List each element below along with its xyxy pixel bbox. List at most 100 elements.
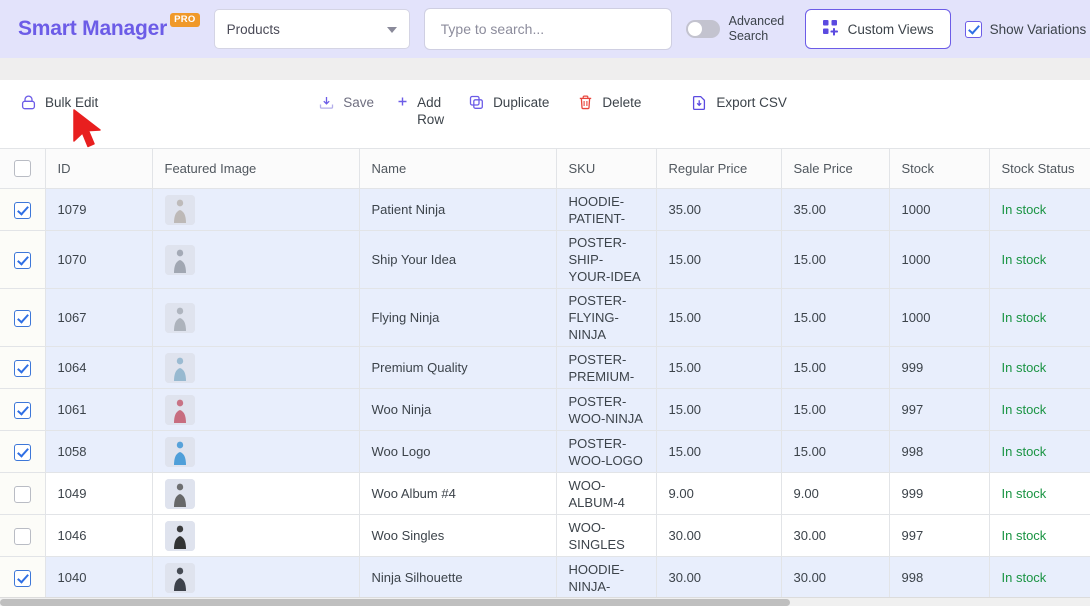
cell-sale-price[interactable]: 15.00 <box>781 347 889 389</box>
cell-id[interactable]: 1079 <box>45 189 152 231</box>
delete-button[interactable]: Delete <box>577 94 641 115</box>
cell-stock[interactable]: 1000 <box>889 189 989 231</box>
cell-stock[interactable]: 998 <box>889 431 989 473</box>
cell-name[interactable]: Woo Singles <box>359 515 556 557</box>
table-row[interactable]: 1064Premium QualityPOSTER-PREMIUM-15.001… <box>0 347 1090 389</box>
cell-regular-price[interactable]: 15.00 <box>656 289 781 347</box>
row-checkbox[interactable] <box>14 486 31 503</box>
cell-regular-price[interactable]: 15.00 <box>656 231 781 289</box>
row-select-cell[interactable] <box>0 473 45 515</box>
cell-featured-image[interactable] <box>152 231 359 289</box>
row-checkbox[interactable] <box>14 570 31 587</box>
scrollbar-thumb[interactable] <box>0 599 790 606</box>
cell-id[interactable]: 1070 <box>45 231 152 289</box>
products-table-container[interactable]: ID Featured Image Name SKU Regular Price… <box>0 148 1090 606</box>
cell-featured-image[interactable] <box>152 515 359 557</box>
cell-id[interactable]: 1049 <box>45 473 152 515</box>
cell-regular-price[interactable]: 9.00 <box>656 473 781 515</box>
horizontal-scrollbar[interactable] <box>0 597 1090 606</box>
table-row[interactable]: 1049Woo Album #4WOO-ALBUM-49.009.00999In… <box>0 473 1090 515</box>
row-checkbox[interactable] <box>14 310 31 327</box>
custom-views-button[interactable]: Custom Views <box>805 9 951 49</box>
cell-sku[interactable]: POSTER-FLYING-NINJA <box>556 289 656 347</box>
cell-stock[interactable]: 1000 <box>889 289 989 347</box>
cell-sku[interactable]: POSTER-PREMIUM- <box>556 347 656 389</box>
cell-name[interactable]: Premium Quality <box>359 347 556 389</box>
row-checkbox[interactable] <box>14 202 31 219</box>
cell-name[interactable]: Woo Album #4 <box>359 473 556 515</box>
search-input[interactable] <box>439 20 657 38</box>
cell-regular-price[interactable]: 30.00 <box>656 557 781 599</box>
cell-stock[interactable]: 998 <box>889 557 989 599</box>
cell-stock-status[interactable]: In stock <box>989 189 1090 231</box>
row-select-cell[interactable] <box>0 289 45 347</box>
show-variations-control[interactable]: Show Variations <box>965 21 1087 38</box>
cell-sku[interactable]: POSTER-SHIP-YOUR-IDEA <box>556 231 656 289</box>
cell-name[interactable]: Ship Your Idea <box>359 231 556 289</box>
cell-stock[interactable]: 999 <box>889 347 989 389</box>
search-field-wrapper[interactable] <box>424 8 672 50</box>
cell-id[interactable]: 1058 <box>45 431 152 473</box>
row-checkbox[interactable] <box>14 360 31 377</box>
row-select-cell[interactable] <box>0 189 45 231</box>
cell-name[interactable]: Ninja Silhouette <box>359 557 556 599</box>
cell-sale-price[interactable]: 35.00 <box>781 189 889 231</box>
add-row-button[interactable]: Add Row <box>396 94 438 128</box>
save-button[interactable]: Save <box>318 94 374 115</box>
column-header-stock-status[interactable]: Stock Status <box>989 149 1090 189</box>
column-header-sale-price[interactable]: Sale Price <box>781 149 889 189</box>
cell-name[interactable]: Patient Ninja <box>359 189 556 231</box>
cell-regular-price[interactable]: 15.00 <box>656 431 781 473</box>
cell-id[interactable]: 1067 <box>45 289 152 347</box>
cell-sale-price[interactable]: 30.00 <box>781 515 889 557</box>
column-header-stock[interactable]: Stock <box>889 149 989 189</box>
cell-featured-image[interactable] <box>152 289 359 347</box>
duplicate-button[interactable]: Duplicate <box>468 94 549 115</box>
cell-sku[interactable]: WOO-SINGLES <box>556 515 656 557</box>
cell-stock-status[interactable]: In stock <box>989 231 1090 289</box>
cell-regular-price[interactable]: 15.00 <box>656 389 781 431</box>
cell-featured-image[interactable] <box>152 431 359 473</box>
cell-id[interactable]: 1046 <box>45 515 152 557</box>
select-all-header[interactable] <box>0 149 45 189</box>
row-checkbox[interactable] <box>14 402 31 419</box>
cell-sku[interactable]: HOODIE-NINJA- <box>556 557 656 599</box>
cell-id[interactable]: 1040 <box>45 557 152 599</box>
table-row[interactable]: 1067Flying NinjaPOSTER-FLYING-NINJA15.00… <box>0 289 1090 347</box>
cell-stock[interactable]: 1000 <box>889 231 989 289</box>
cell-featured-image[interactable] <box>152 189 359 231</box>
table-row[interactable]: 1070Ship Your IdeaPOSTER-SHIP-YOUR-IDEA1… <box>0 231 1090 289</box>
cell-sale-price[interactable]: 30.00 <box>781 557 889 599</box>
cell-stock-status[interactable]: In stock <box>989 347 1090 389</box>
row-checkbox[interactable] <box>14 252 31 269</box>
cell-stock-status[interactable]: In stock <box>989 557 1090 599</box>
cell-stock[interactable]: 997 <box>889 389 989 431</box>
cell-stock-status[interactable]: In stock <box>989 431 1090 473</box>
cell-sale-price[interactable]: 15.00 <box>781 389 889 431</box>
cell-featured-image[interactable] <box>152 473 359 515</box>
cell-sku[interactable]: WOO-ALBUM-4 <box>556 473 656 515</box>
cell-name[interactable]: Woo Logo <box>359 431 556 473</box>
cell-regular-price[interactable]: 30.00 <box>656 515 781 557</box>
cell-sku[interactable]: POSTER-WOO-LOGO <box>556 431 656 473</box>
table-row[interactable]: 1061Woo NinjaPOSTER-WOO-NINJA15.0015.009… <box>0 389 1090 431</box>
cell-stock-status[interactable]: In stock <box>989 389 1090 431</box>
advanced-search-toggle[interactable] <box>686 20 720 38</box>
cell-stock-status[interactable]: In stock <box>989 473 1090 515</box>
cell-sale-price[interactable]: 9.00 <box>781 473 889 515</box>
column-header-sku[interactable]: SKU <box>556 149 656 189</box>
cell-id[interactable]: 1061 <box>45 389 152 431</box>
cell-name[interactable]: Woo Ninja <box>359 389 556 431</box>
row-select-cell[interactable] <box>0 515 45 557</box>
cell-regular-price[interactable]: 35.00 <box>656 189 781 231</box>
cell-stock-status[interactable]: In stock <box>989 515 1090 557</box>
show-variations-checkbox[interactable] <box>965 21 982 38</box>
row-select-cell[interactable] <box>0 389 45 431</box>
row-select-cell[interactable] <box>0 231 45 289</box>
cell-sku[interactable]: POSTER-WOO-NINJA <box>556 389 656 431</box>
table-row[interactable]: 1079Patient NinjaHOODIE-PATIENT-35.0035.… <box>0 189 1090 231</box>
table-row[interactable]: 1058Woo LogoPOSTER-WOO-LOGO15.0015.00998… <box>0 431 1090 473</box>
column-header-featured-image[interactable]: Featured Image <box>152 149 359 189</box>
column-header-id[interactable]: ID <box>45 149 152 189</box>
cell-sku[interactable]: HOODIE-PATIENT- <box>556 189 656 231</box>
